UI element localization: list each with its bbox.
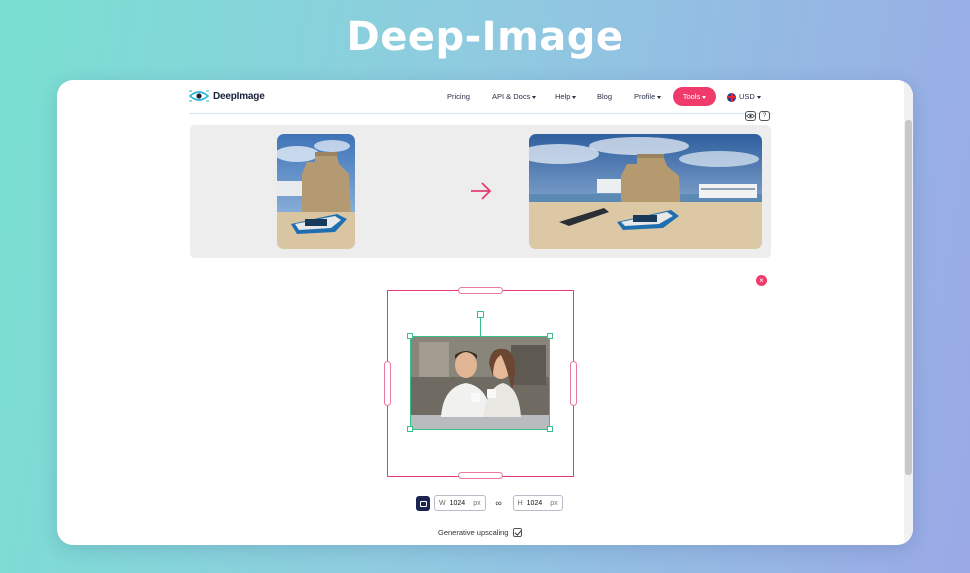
link-icon[interactable]: ∞ [492, 498, 506, 508]
scrollbar-track[interactable] [904, 80, 913, 545]
close-icon[interactable]: × [756, 275, 767, 286]
tools-button[interactable]: Tools [673, 87, 716, 106]
currency-selector[interactable]: USD [727, 92, 761, 102]
scrollbar-thumb[interactable] [905, 120, 912, 475]
generative-upscaling-row: Generative upscaling [438, 528, 523, 537]
caret-down-icon [657, 95, 662, 99]
before-after-panel [190, 125, 771, 258]
before-image [277, 134, 355, 249]
caret-down-icon [572, 95, 577, 99]
rotation-handle[interactable] [477, 311, 484, 318]
crop-corner-bottom-right[interactable] [547, 426, 553, 432]
resize-handle-left[interactable] [384, 361, 391, 406]
uk-flag-icon [727, 92, 736, 102]
crop-corner-top-left[interactable] [407, 333, 413, 339]
caret-down-icon [702, 95, 707, 99]
nav-blog[interactable]: Blog [597, 92, 612, 101]
resize-handle-bottom[interactable] [458, 472, 503, 479]
logo-text: DeepImage [213, 90, 265, 102]
caret-down-icon [532, 95, 537, 99]
source-photo[interactable] [410, 336, 550, 430]
arrow-right-icon [471, 182, 492, 200]
generative-upscaling-checkbox[interactable] [513, 528, 523, 537]
resize-handle-right[interactable] [570, 361, 577, 406]
nav-profile[interactable]: Profile [634, 92, 662, 101]
generative-upscaling-label: Generative upscaling [438, 528, 509, 537]
caret-down-icon [756, 95, 761, 99]
crop-corner-top-right[interactable] [547, 333, 553, 339]
rotation-line [480, 317, 481, 336]
banner-title: Deep-Image [346, 14, 624, 60]
eye-logo-icon [189, 90, 209, 102]
dimension-controls: W 1024 px ∞ H 1024 px [416, 495, 563, 511]
app-window: DeepImage Pricing API & Docs Help Blog P… [57, 80, 913, 545]
help-icon[interactable]: ? [759, 111, 770, 121]
resize-handle-top[interactable] [458, 287, 503, 294]
nav-pricing[interactable]: Pricing [447, 92, 470, 101]
width-field[interactable]: W 1024 px [434, 495, 486, 511]
height-field[interactable]: H 1024 px [512, 495, 563, 511]
nav-help[interactable]: Help [555, 92, 577, 101]
nav-api-docs[interactable]: API & Docs [492, 92, 537, 101]
logo[interactable]: DeepImage [189, 89, 265, 103]
aspect-ratio-button[interactable] [416, 495, 430, 511]
view-toolbar: ? [745, 111, 770, 121]
crop-corner-bottom-left[interactable] [407, 426, 413, 432]
after-image [529, 134, 762, 249]
eye-icon[interactable] [745, 111, 756, 121]
top-nav: DeepImage Pricing API & Docs Help Blog P… [189, 80, 773, 114]
